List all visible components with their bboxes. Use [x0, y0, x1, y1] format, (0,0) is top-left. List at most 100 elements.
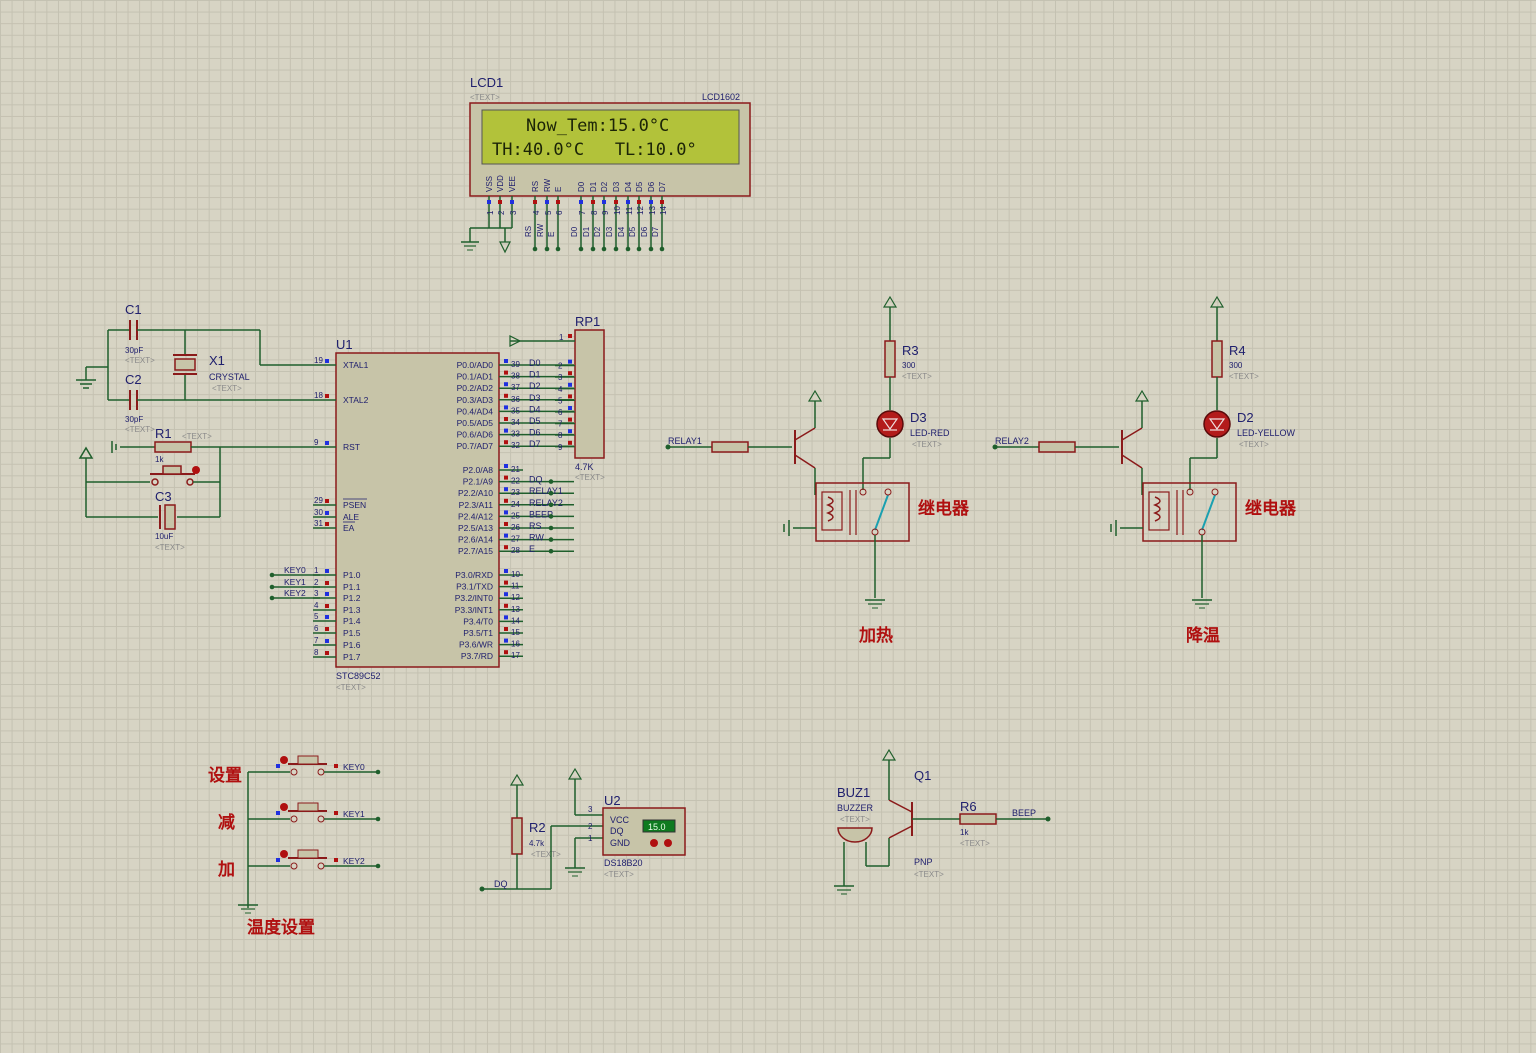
svg-text:3: 3: [588, 805, 593, 814]
lcd-component[interactable]: LCD1 <TEXT> LCD1602 Now_Tem:15.0°C TH:40…: [461, 75, 751, 254]
mcu-net-label: D2: [529, 381, 541, 391]
r6-value: 1k: [960, 828, 969, 837]
r2-value: 4.7k: [529, 839, 545, 848]
d2-value: LED-YELLOW: [1237, 428, 1296, 438]
lcd-pin-name: RS: [531, 181, 540, 192]
mcu-pin-name: P2.1/A9: [463, 477, 494, 487]
mcu-pin-name: P0.0/AD0: [457, 360, 494, 370]
lcd-net-label: D4: [617, 226, 626, 237]
x1-value: CRYSTAL: [209, 372, 250, 382]
lcd-text-tag: <TEXT>: [470, 93, 500, 102]
rp1-pin-number: 8: [558, 431, 563, 440]
lcd-pin-number: 10: [613, 206, 622, 215]
key-label: 减: [218, 812, 235, 832]
mcu-pin-number: 10: [511, 570, 520, 579]
relay-1-label: 继电器: [918, 498, 970, 518]
svg-text:<TEXT>: <TEXT>: [1239, 440, 1269, 449]
mcu-pin-name: P2.2/A10: [458, 488, 493, 498]
mcu-pin-number: 4: [314, 601, 319, 610]
c1-value: 30pF: [125, 346, 143, 355]
lcd-pin-name: D5: [635, 181, 644, 192]
r4-value: 300: [1229, 361, 1243, 370]
rp1-value: 4.7K: [575, 462, 594, 472]
rp1-pin-number: 1: [559, 333, 564, 342]
svg-text:2: 2: [588, 822, 593, 831]
reset-button[interactable]: [162, 465, 182, 475]
rp1-component[interactable]: RP1 4.7K <TEXT> 123456789: [509, 314, 605, 482]
temp-up-button[interactable]: [664, 839, 672, 847]
mcu-ref: U1: [336, 337, 353, 352]
mcu-pin-number: 25: [511, 511, 520, 520]
lcd-pin-number: 6: [555, 210, 564, 215]
rp1-body: [574, 329, 605, 459]
lcd-net-label: D7: [651, 226, 660, 237]
sensor-section[interactable]: R2 4.7k <TEXT> DQ 3 2 1 U2 VCC DQ GND 15…: [479, 767, 686, 892]
power-icon: [881, 748, 897, 761]
buz-value: BUZZER: [837, 803, 874, 813]
mcu-net-label: D4: [529, 404, 541, 414]
temp-down-button[interactable]: [650, 839, 658, 847]
mcu-pin-name: P1.3: [343, 605, 361, 615]
crystal-circuit[interactable]: C1 30pF <TEXT> C2 30pF <TEXT> X1 CRYSTAL…: [76, 302, 320, 552]
svg-text:1: 1: [588, 834, 593, 843]
mcu-pin-name: RST: [343, 442, 360, 452]
cooler-section[interactable]: R4 300 <TEXT> D2 LED-YELLOW <TEXT> RELAY…: [992, 295, 1297, 645]
keys-section[interactable]: 设置 KEY0 减 KEY1 加 KEY2 温度设置: [208, 755, 381, 937]
buzzer-section[interactable]: BUZ1 BUZZER <TEXT> Q1 PNP <TEXT> R6 1k <…: [834, 748, 1051, 895]
base-resistor: [1038, 441, 1076, 453]
rp1-ref: RP1: [575, 314, 600, 329]
key-net-label: KEY2: [343, 856, 365, 866]
svg-text:<TEXT>: <TEXT>: [125, 356, 155, 365]
mcu-pin-number: 31: [314, 519, 323, 528]
mcu-net-label: D0: [529, 358, 541, 368]
key-button[interactable]: [297, 849, 319, 859]
mcu-pin-number: 19: [314, 356, 323, 365]
mcu-pin-number: 16: [511, 640, 520, 649]
schematic-svg[interactable]: LCD1 <TEXT> LCD1602 Now_Tem:15.0°C TH:40…: [0, 0, 1536, 1053]
mcu-pin-number: 38: [511, 372, 520, 381]
lcd-type: LCD1602: [702, 92, 740, 102]
relay1-net: RELAY1: [668, 436, 702, 446]
lcd-pin-name: E: [554, 187, 563, 192]
mcu-pin-name: P0.6/AD6: [457, 430, 494, 440]
mcu-pin-name: P2.4/A12: [458, 511, 493, 521]
key-button[interactable]: [297, 755, 319, 765]
mcu-pin-name: P1.4: [343, 616, 361, 626]
key-label: 加: [217, 860, 235, 879]
mcu-pin-number: 39: [511, 360, 520, 369]
lcd-pin-name: D4: [624, 181, 633, 192]
heater-caption: 加热: [858, 625, 893, 645]
mcu-pin-name: EA: [343, 523, 355, 533]
mcu-pin-name: P2.5/A13: [458, 523, 493, 533]
key-button[interactable]: [297, 802, 319, 812]
rp1-pin-number: 2: [558, 362, 563, 371]
mcu-net-label: RELAY1: [529, 486, 563, 496]
d3-ref: D3: [910, 410, 927, 425]
mcu-pin-number: 11: [511, 582, 520, 591]
svg-text:<TEXT>: <TEXT>: [212, 384, 242, 393]
lcd-net-label: D1: [582, 226, 591, 237]
key-net-label: KEY0: [343, 762, 365, 772]
led-red-icon: [876, 410, 904, 438]
mcu-pin-number: 29: [314, 496, 323, 505]
u2-type: DS18B20: [604, 858, 643, 868]
beep-net: BEEP: [1012, 808, 1036, 818]
mcu-pin-name: P3.0/RXD: [455, 570, 493, 580]
lcd-pin-number: 8: [590, 210, 599, 215]
rp1-pin-number: 7: [558, 420, 563, 429]
mcu-component[interactable]: U1 STC89C52 <TEXT> 19 XTAL118 XTAL29 RST29 P…: [269, 337, 574, 692]
mcu-pin-number: 7: [314, 636, 319, 645]
c2-value: 30pF: [125, 415, 143, 424]
rp1-pin-number: 6: [558, 408, 563, 417]
mcu-pin-name: P3.6/WR: [459, 640, 493, 650]
heater-section[interactable]: R3 300 <TEXT> D3 LED-RED <TEXT> RELAY1 继…: [665, 295, 970, 645]
lcd-pin-name: D7: [658, 181, 667, 192]
mcu-pin-number: 35: [511, 406, 520, 415]
mcu-pin-name: P3.5/T1: [463, 628, 493, 638]
mcu-pin-number: 27: [511, 535, 520, 544]
r3-ref: R3: [902, 343, 919, 358]
mcu-pin-name: P1.1: [343, 582, 361, 592]
power-icon: [509, 773, 525, 786]
r2-ref: R2: [529, 820, 546, 835]
lcd-line-1: Now_Tem:15.0°C: [526, 116, 669, 136]
